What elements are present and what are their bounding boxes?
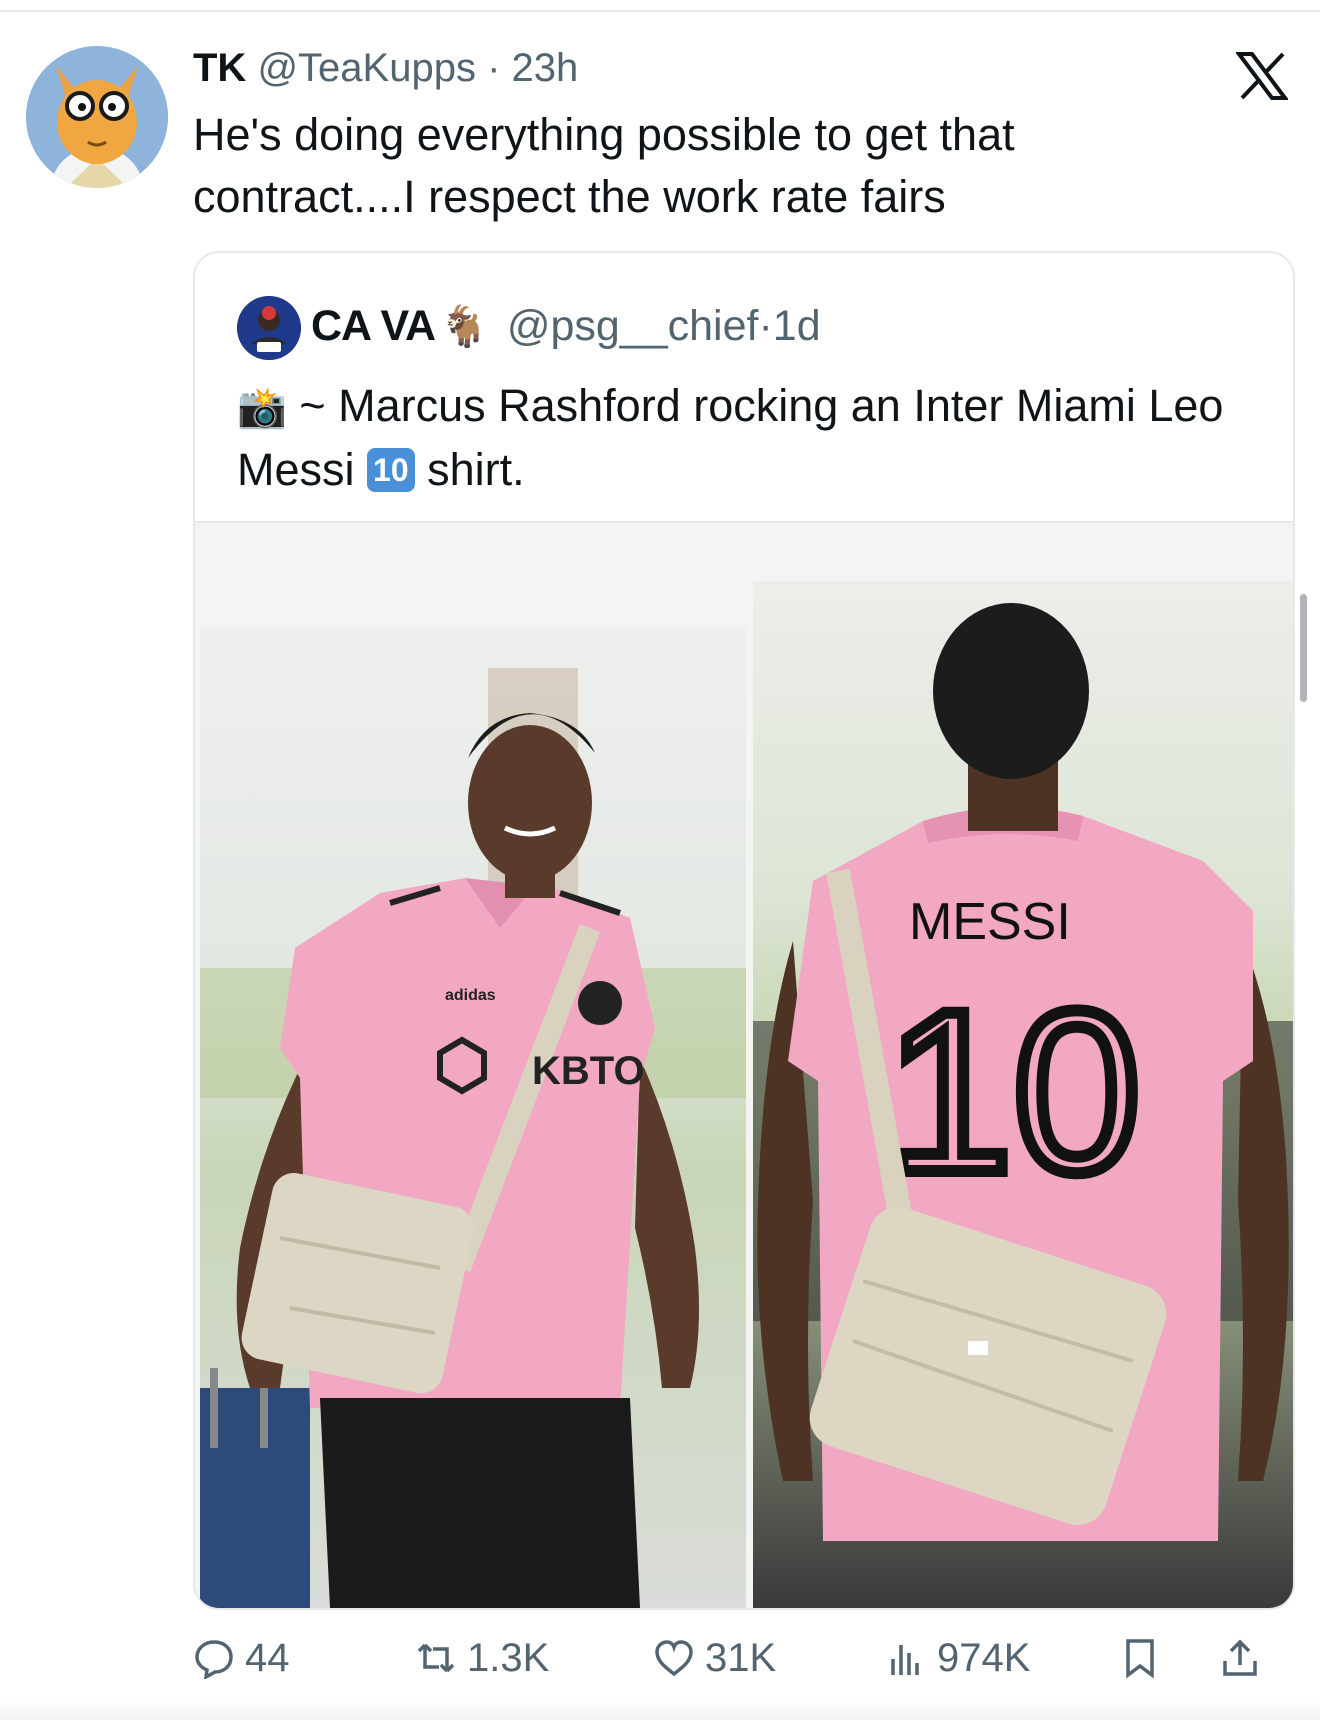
author-handle[interactable]: @TeaKupps [257, 46, 476, 90]
bottom-edge [0, 1700, 1320, 1720]
tweet-text: He's doing everything possible to get th… [193, 109, 1015, 222]
views-button[interactable]: 974K [885, 1628, 1030, 1688]
camera-flash-emoji: 📸 [237, 386, 287, 430]
quoted-author-avatar[interactable] [237, 296, 301, 360]
quoted-tweet-card[interactable]: CA VA 🐐 @psg__chief·1d 📸 ~ Marcus Rashford… [193, 251, 1295, 1610]
shirt-number-text: 10 [885, 963, 1141, 1220]
tweet-action-bar: 44 1.3K 31K 974K [193, 1628, 1303, 1688]
x-logo-icon [1236, 52, 1288, 100]
reply-button[interactable]: 44 [193, 1628, 290, 1688]
shirt-name-text: MESSI [909, 893, 1071, 951]
adidas-logo-text: adidas [445, 987, 496, 1004]
author-avatar[interactable] [26, 46, 168, 188]
quoted-tweet-header: CA VA 🐐 @psg__chief·1d [311, 297, 821, 356]
bookmark-icon [1126, 1639, 1154, 1679]
author-name[interactable]: TK [193, 46, 246, 90]
quoted-text-part2: shirt. [414, 444, 525, 495]
quoted-tweet-age: 1d [772, 302, 821, 350]
goat-emoji: 🐐 [439, 305, 489, 349]
tweet-header: TK @TeaKupps · 23h [193, 42, 578, 94]
photo-front-view[interactable]: adidas KBTO [200, 628, 746, 1608]
bookmark-button[interactable] [1119, 1628, 1171, 1688]
photo-back-view[interactable]: MESSI 10 [753, 581, 1293, 1608]
like-count: 31K [705, 1635, 777, 1680]
page-scrollbar[interactable] [1300, 594, 1307, 702]
view-count: 974K [937, 1635, 1031, 1680]
quoted-meta-separator: · [758, 302, 773, 350]
quoted-author-name[interactable]: CA VA [311, 302, 436, 350]
heart-icon [655, 1640, 693, 1677]
quoted-author-handle[interactable]: @psg__chief [507, 302, 759, 350]
repost-button[interactable]: 1.3K [415, 1628, 549, 1688]
share-button[interactable] [1219, 1628, 1271, 1688]
cartoon-aardvark-avatar-icon [26, 46, 168, 188]
tweet-age[interactable]: 23h [512, 46, 579, 90]
repost-count: 1.3K [467, 1635, 550, 1680]
meta-separator: · [487, 46, 501, 90]
reply-count: 44 [245, 1635, 290, 1680]
quoted-media[interactable]: adidas KBTO MESSI 10 [195, 521, 1293, 1608]
sponsor-text: KBTO [532, 1049, 645, 1093]
like-button[interactable]: 31K [653, 1628, 776, 1688]
keycap-ten-emoji: 10 [367, 448, 415, 492]
share-icon [1223, 1639, 1257, 1676]
reply-icon [195, 1640, 233, 1679]
quoted-tweet-text: 📸 ~ Marcus Rashford rocking an Inter Mia… [237, 375, 1267, 501]
quoted-avatar-icon [237, 296, 301, 360]
analytics-icon [891, 1645, 919, 1675]
top-divider [0, 10, 1320, 12]
repost-icon [417, 1643, 455, 1673]
